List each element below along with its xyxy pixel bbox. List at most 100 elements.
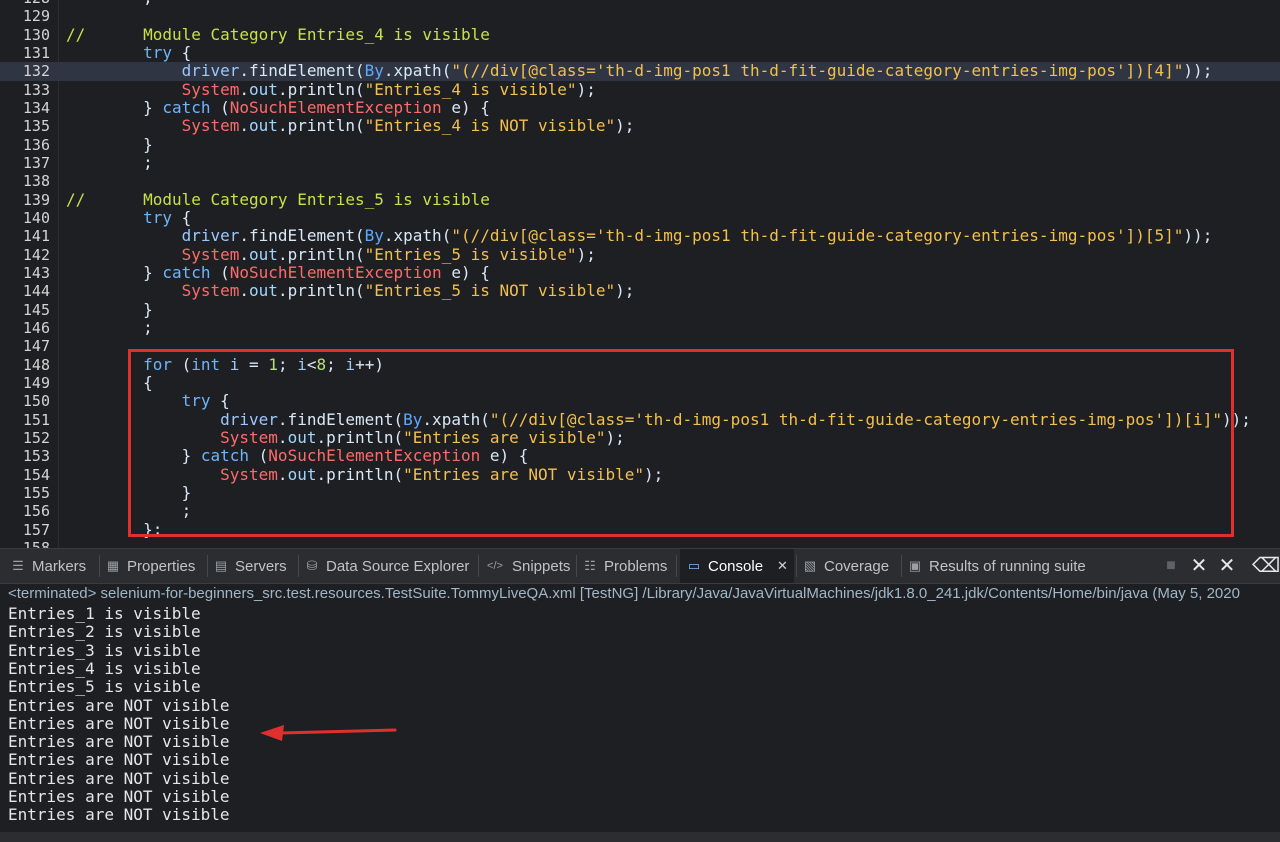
code-line[interactable]: 153 } catch (NoSuchElementException e) { xyxy=(0,446,1280,466)
code-line[interactable]: 137 ; xyxy=(0,152,1280,172)
code-token: ); xyxy=(576,244,596,264)
code-line[interactable]: 133 System.out.println("Entries_4 is vis… xyxy=(0,79,1280,99)
console-icon: ▭ xyxy=(687,558,701,573)
tab-data-source-explorer[interactable]: ⛁ Data Source Explorer xyxy=(302,549,471,583)
code-token: "(//div[@class='th-d-img-pos1 th-d-fit-g… xyxy=(451,226,1184,246)
code-line[interactable]: 147 xyxy=(0,337,1280,355)
console-line: Entries_5 is visible xyxy=(8,677,201,697)
code-token: driver xyxy=(220,409,278,429)
code-line[interactable]: 143 } catch (NoSuchElementException e) { xyxy=(0,262,1280,282)
code-token: out xyxy=(249,116,278,136)
servers-icon: ▤ xyxy=(214,558,228,573)
line-number: 150 xyxy=(22,392,50,411)
tab-markers[interactable]: ☰ Markers xyxy=(8,549,88,583)
line-number: 139 xyxy=(22,190,50,209)
code-line[interactable]: 141 driver.findElement(By.xpath("(//div[… xyxy=(0,226,1280,246)
code-token: try xyxy=(143,207,172,227)
code-token: } xyxy=(66,134,153,154)
line-number: 147 xyxy=(22,337,50,356)
tab-label: Markers xyxy=(32,557,87,575)
tab-coverage[interactable]: ▧ Coverage xyxy=(800,549,891,583)
code-line[interactable]: 135 System.out.println("Entries_4 is NOT… xyxy=(0,116,1280,136)
clear-console-icon[interactable]: ⌫ xyxy=(1252,555,1280,577)
tab-properties[interactable]: ▦ Properties xyxy=(103,549,197,583)
remove-all-terminated-button[interactable]: ✕ xyxy=(1216,555,1238,577)
code-line[interactable]: 148 for (int i = 1; i<8; i++) xyxy=(0,354,1280,374)
code-line[interactable]: 134 } catch (NoSuchElementException e) { xyxy=(0,97,1280,117)
code-token: ; xyxy=(66,152,153,172)
terminate-button[interactable]: ■ xyxy=(1160,555,1182,577)
code-text: ; xyxy=(66,502,192,520)
console-status-line: <terminated> selenium-for-beginners_src.… xyxy=(8,585,1240,602)
code-line[interactable]: 132 driver.findElement(By.xpath("(//div[… xyxy=(0,61,1280,81)
tab-problems[interactable]: ☷ Problems xyxy=(580,549,669,583)
remove-launch-button[interactable]: ✕ xyxy=(1188,555,1210,577)
code-token: { xyxy=(66,372,153,392)
tab-servers[interactable]: ▤ Servers xyxy=(211,549,289,583)
code-text: System.out.println("Entries_5 is visible… xyxy=(66,244,596,264)
code-token: i xyxy=(229,354,240,374)
tab-console[interactable]: ▭ Console ✕ xyxy=(680,549,794,583)
code-token: System xyxy=(181,244,240,264)
problems-icon: ☷ xyxy=(584,558,596,573)
console-view[interactable]: <terminated> selenium-for-beginners_src.… xyxy=(0,584,1280,842)
code-line[interactable]: 152 System.out.println("Entries are visi… xyxy=(0,427,1280,447)
code-line[interactable]: 149 { xyxy=(0,372,1280,392)
code-line[interactable]: 157 }; xyxy=(0,520,1280,539)
tab-snippets[interactable]: </> Snippets xyxy=(482,549,572,583)
line-number: 135 xyxy=(22,117,50,136)
code-token: .findElement( xyxy=(239,226,365,246)
code-text: // Module Category Entries_4 is visible xyxy=(66,25,490,44)
code-text: System.out.println("Entries are visible"… xyxy=(66,427,625,447)
line-number: 157 xyxy=(22,520,50,539)
code-line[interactable]: 130 // Module Category Entries_4 is visib… xyxy=(0,25,1280,44)
code-token: "Entries are visible" xyxy=(403,427,606,447)
code-token: } xyxy=(66,482,192,502)
console-line: Entries are NOT visible xyxy=(8,787,230,806)
code-line[interactable]: 138 xyxy=(0,172,1280,190)
code-token: catch xyxy=(162,262,211,282)
code-line[interactable]: 140 try { xyxy=(0,207,1280,227)
code-token: catch xyxy=(200,446,250,466)
code-line[interactable]: 145 } xyxy=(0,300,1280,319)
line-number: 148 xyxy=(22,355,50,374)
code-line[interactable]: 155 } xyxy=(0,482,1280,502)
code-line[interactable]: 156 ; xyxy=(0,502,1280,521)
code-line[interactable]: 146 ; xyxy=(0,317,1280,337)
code-line[interactable]: 139 // Module Category Entries_5 is visib… xyxy=(0,190,1280,209)
code-line[interactable]: 142 System.out.println("Entries_5 is vis… xyxy=(0,244,1280,264)
code-token: } xyxy=(66,446,201,466)
code-line[interactable]: 154 System.out.println("Entries are NOT … xyxy=(0,465,1280,484)
code-token: ); xyxy=(615,116,635,136)
code-token: { xyxy=(210,391,230,411)
code-token: catch xyxy=(162,97,211,117)
close-icon[interactable]: ✕ xyxy=(777,558,788,574)
code-token: { xyxy=(171,207,192,227)
code-editor[interactable]: 128 ;129130// Module Category Entries_4 … xyxy=(0,0,1280,548)
code-token: By xyxy=(364,61,384,81)
code-token: ; xyxy=(66,317,153,337)
tab-label: Results of running suite xyxy=(929,557,1086,575)
tab-results-of-running-suite[interactable]: ▣ Results of running suite xyxy=(905,549,1088,583)
code-line[interactable]: 131 try { xyxy=(0,43,1280,62)
code-text: { xyxy=(66,372,153,392)
code-token: out xyxy=(249,79,278,99)
code-line[interactable]: 128 ; xyxy=(0,0,1280,7)
code-token: ( xyxy=(249,446,269,466)
tab-label: Coverage xyxy=(824,557,890,575)
code-token: "Entries_5 is NOT visible" xyxy=(364,281,616,301)
code-line[interactable]: 150 try { xyxy=(0,391,1280,411)
code-text: System.out.println("Entries_4 is NOT vis… xyxy=(66,116,635,136)
tab-label: Servers xyxy=(235,557,287,575)
code-line[interactable]: 158 xyxy=(0,539,1280,548)
code-line[interactable]: 151 driver.findElement(By.xpath("(//div[… xyxy=(0,409,1280,429)
code-line[interactable]: 144 System.out.println("Entries_5 is NOT… xyxy=(0,281,1280,301)
code-token: ++) xyxy=(355,354,384,374)
line-number: 136 xyxy=(22,135,50,154)
code-line[interactable]: 129 xyxy=(0,7,1280,25)
code-line[interactable]: 136 } xyxy=(0,134,1280,154)
